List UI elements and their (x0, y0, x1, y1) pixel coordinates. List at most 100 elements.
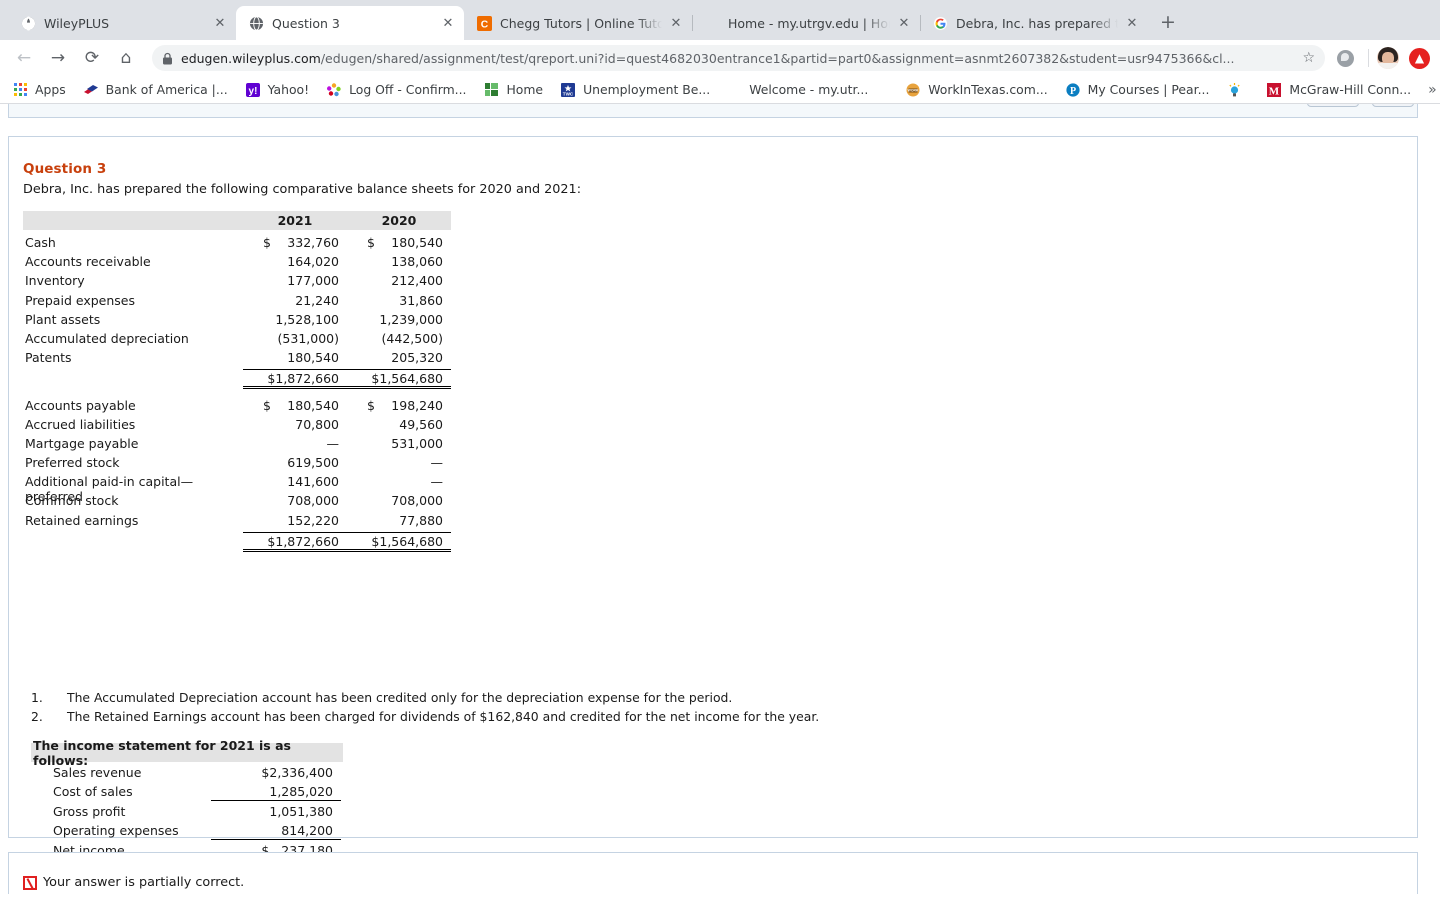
browser-tab-utrgv[interactable]: Home - my.utrgv.edu | Home ✕ (692, 6, 921, 40)
browser-tab-question-3[interactable]: Question 3 ✕ (236, 6, 464, 40)
currency-symbol: $ (263, 235, 271, 250)
tab-strip: WileyPLUS ✕ Question 3 ✕ C Chegg Tutors … (0, 0, 1440, 40)
bookmarks-overflow-icon[interactable]: » (1428, 82, 1439, 98)
note-number: 2. (31, 709, 43, 724)
bookmark-label: Bank of America |... (105, 82, 228, 97)
toolbar-button-2[interactable] (1372, 104, 1414, 107)
table-row: Operating expenses 814,200 (31, 823, 343, 842)
divider (1368, 49, 1369, 67)
table-row: Preferred stock 619,500 — (23, 455, 451, 474)
bookmark-label: Log Off - Confirm... (349, 82, 467, 97)
bookmark-yahoo[interactable]: y! Yahoo! (245, 82, 309, 98)
bookmark-mcgraw-hill[interactable]: M McGraw-Hill Conn... (1266, 82, 1411, 98)
row-label: Cost of sales (53, 784, 133, 800)
amount: 1,285,020 (269, 784, 333, 800)
table-row-total-liabilities: $1,872,660 $1,564,680 (23, 531, 451, 552)
question-intro: Debra, Inc. has prepared the following c… (23, 182, 582, 197)
amount: 177,000 (287, 273, 339, 289)
note-text: The Retained Earnings account has been c… (67, 709, 820, 724)
back-icon[interactable]: ← (10, 44, 38, 72)
tab-title: Debra, Inc. has prepared the fo (956, 15, 1118, 31)
avatar-body (1377, 63, 1399, 69)
row-value: 1,285,020 (211, 784, 341, 803)
globe-icon (20, 15, 36, 31)
chegg-icon: C (476, 15, 492, 31)
bookmark-my-courses-pearson[interactable]: P My Courses | Pear... (1065, 82, 1210, 98)
pearson-icon: P (1065, 82, 1081, 98)
close-icon[interactable]: ✕ (212, 15, 228, 31)
bookmark-home[interactable]: Home (483, 82, 543, 98)
bookmark-star-icon[interactable]: ☆ (1302, 50, 1315, 66)
balance-sheet-header-row: 2021 2020 (23, 211, 451, 230)
browser-tab-chegg[interactable]: C Chegg Tutors | Online Tutoring ✕ (464, 6, 693, 40)
row-value-2020: $198,240 (347, 398, 451, 413)
table-row: Accounts payable $180,540 $198,240 (23, 398, 451, 417)
avatar[interactable] (1377, 47, 1399, 69)
address-bar[interactable]: edugen.wileyplus.com/edugen/shared/assig… (152, 45, 1325, 71)
bookmark-label: McGraw-Hill Conn... (1289, 82, 1412, 97)
reload-icon[interactable]: ⟳ (78, 44, 106, 72)
close-icon[interactable]: ✕ (440, 15, 456, 31)
table-row: Common stock 708,000 708,000 (23, 493, 451, 512)
bookmark-label: WorkInTexas.com... (928, 82, 1048, 97)
row-value-2021: — (243, 436, 347, 451)
bookmark-apps[interactable]: Apps (12, 82, 66, 98)
new-tab-button[interactable]: + (1154, 9, 1182, 37)
close-icon[interactable]: ✕ (896, 15, 912, 31)
row-value-2021: 21,240 (243, 293, 347, 308)
close-icon[interactable]: ✕ (1124, 15, 1140, 31)
amount: 1,051,380 (269, 803, 333, 819)
amount: 1,528,100 (275, 311, 339, 327)
amount: 198,240 (391, 397, 443, 413)
bookmark-welcome-utrgv[interactable]: Welcome - my.utr... (749, 82, 868, 97)
bookmark-log-off[interactable]: Log Off - Confirm... (326, 82, 466, 98)
amount: 180,540 (287, 350, 339, 366)
bookmark-workintexas[interactable]: WORK WorkInTexas.com... (905, 82, 1048, 98)
url-host: edugen.wileyplus.com (181, 50, 321, 66)
home-icon[interactable]: ⌂ (112, 44, 140, 72)
forward-icon[interactable]: → (44, 44, 72, 72)
update-arrow-icon[interactable]: ▲ (1409, 47, 1430, 69)
amount: (442,500) (381, 330, 443, 346)
amount: 332,760 (287, 235, 339, 250)
amount: — (430, 474, 444, 490)
amount: 180,540 (287, 397, 339, 413)
bookmark-unemployment[interactable]: TWC Unemployment Be... (560, 82, 710, 98)
table-row-total-assets: $1,872,660 $1,564,680 (23, 369, 451, 390)
row-value-2020: 138,060 (347, 254, 451, 269)
browser-tab-google-search[interactable]: Debra, Inc. has prepared the fo ✕ (920, 6, 1148, 40)
bookmark-label: Welcome - my.utr... (749, 82, 869, 97)
close-icon[interactable]: ✕ (668, 15, 684, 31)
extension-icon[interactable] (1337, 49, 1354, 67)
row-label: Accounts receivable (25, 254, 151, 270)
svg-text:M: M (1269, 85, 1280, 97)
row-value-2021: $180,540 (243, 398, 347, 413)
row-label: Inventory (25, 273, 85, 289)
toolbar-button-1[interactable] (1307, 104, 1359, 107)
svg-text:C: C (480, 19, 488, 30)
bookmark-label: My Courses | Pear... (1087, 82, 1210, 97)
row-value-2020: 77,880 (347, 513, 451, 528)
svg-text:y!: y! (248, 86, 257, 97)
note-number: 1. (31, 690, 43, 705)
row-label: Accounts payable (25, 397, 136, 413)
amount: (531,000) (277, 330, 339, 346)
question-panel: Question 3 Debra, Inc. has prepared the … (8, 136, 1418, 862)
svg-text:TWC: TWC (563, 91, 574, 96)
row-value-2021: 177,000 (243, 273, 347, 288)
bookmark-label: Home (506, 82, 544, 97)
row-value-2021: 708,000 (243, 493, 347, 508)
browser-tab-wileyplus[interactable]: WileyPLUS ✕ (8, 6, 236, 40)
bookmark-lightbulb[interactable] (1226, 82, 1249, 98)
amount: 531,000 (391, 435, 443, 451)
table-row: Accounts receivable 164,020 138,060 (23, 254, 451, 273)
bank-of-america-icon (83, 82, 99, 98)
amount: 619,500 (287, 455, 339, 471)
amount: 1,239,000 (379, 311, 443, 327)
question-notes: 1. The Accumulated Depreciation account … (31, 690, 819, 728)
row-value-2021: 152,220 (243, 513, 347, 528)
amount: 77,880 (399, 512, 443, 528)
currency-symbol: $ (367, 235, 375, 250)
amount: 70,800 (295, 416, 339, 432)
bookmark-bank-of-america[interactable]: Bank of America |... (83, 82, 228, 98)
